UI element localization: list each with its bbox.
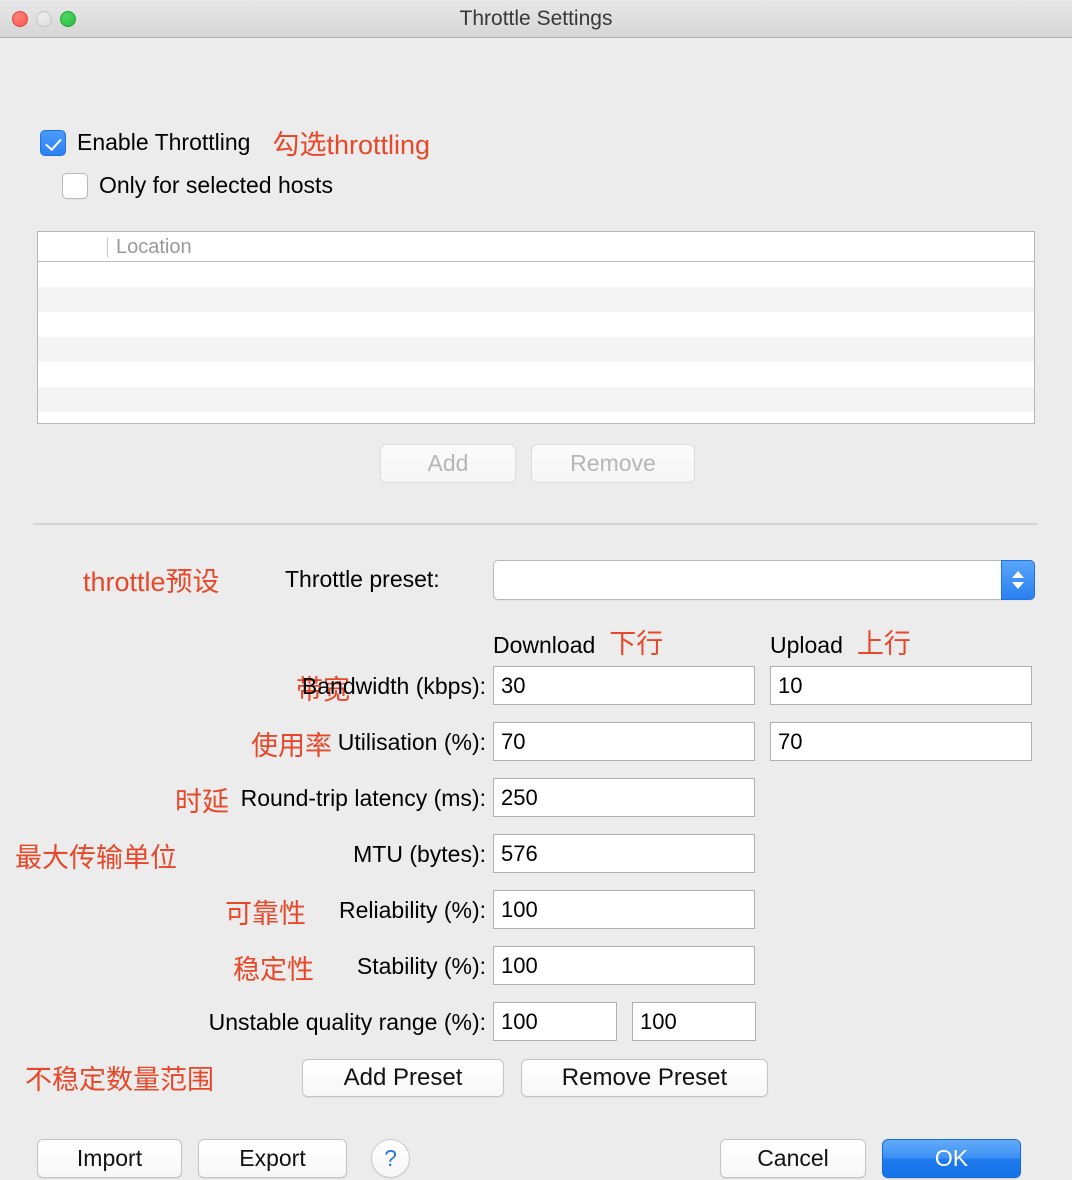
ok-button[interactable]: OK: [882, 1139, 1021, 1178]
only-selected-hosts-checkbox[interactable]: [62, 172, 88, 199]
stability-annotation: 稳定性: [233, 955, 314, 985]
enable-throttling-annotation: 勾选throttling: [272, 130, 431, 160]
help-icon[interactable]: ?: [371, 1139, 410, 1178]
stability-input[interactable]: 100: [493, 946, 755, 985]
enable-throttling-checkbox[interactable]: [40, 129, 66, 156]
column-separator[interactable]: [107, 237, 108, 257]
utilisation-upload-input[interactable]: 70: [770, 722, 1032, 761]
reliability-annotation: 可靠性: [225, 899, 306, 929]
throttle-preset-combobox[interactable]: [493, 560, 1035, 600]
chevron-down-icon: [1012, 582, 1024, 589]
unstable-quality-range-label: Unstable quality range (%):: [208, 1009, 486, 1035]
section-divider: [33, 523, 1038, 525]
add-preset-button[interactable]: Add Preset: [302, 1059, 504, 1097]
remove-preset-button[interactable]: Remove Preset: [521, 1059, 768, 1097]
mtu-input[interactable]: 576: [493, 834, 755, 873]
preset-annotation: throttle预设: [83, 567, 220, 597]
host-table-header: Location: [38, 232, 1034, 262]
bandwidth-upload-input[interactable]: 10: [770, 666, 1032, 705]
mtu-label: MTU (bytes):: [353, 841, 486, 867]
bandwidth-download-input[interactable]: 30: [493, 666, 755, 705]
only-selected-hosts-row: Only for selected hosts: [62, 172, 333, 199]
unstable-range-min-input[interactable]: 100: [493, 1002, 617, 1041]
latency-label: Round-trip latency (ms):: [240, 785, 486, 811]
window-titlebar: Throttle Settings: [0, 0, 1072, 38]
table-row[interactable]: [38, 337, 1034, 362]
utilisation-download-input[interactable]: 70: [493, 722, 755, 761]
column-header-location[interactable]: Location: [116, 236, 192, 259]
download-annotation: 下行: [609, 629, 664, 659]
cancel-button[interactable]: Cancel: [720, 1139, 866, 1178]
host-table[interactable]: Location: [37, 231, 1035, 424]
enable-throttling-label: Enable Throttling: [77, 129, 251, 155]
download-label: Download: [493, 632, 596, 658]
reliability-input[interactable]: 100: [493, 890, 755, 929]
mtu-annotation: 最大传输单位: [15, 843, 177, 873]
upload-column-header: Upload 上行: [770, 622, 911, 661]
add-host-button[interactable]: Add: [380, 444, 516, 483]
window-title: Throttle Settings: [459, 7, 613, 30]
download-column-header: Download 下行: [493, 622, 663, 661]
export-button[interactable]: Export: [198, 1139, 347, 1178]
import-button[interactable]: Import: [37, 1139, 182, 1178]
table-row[interactable]: [38, 387, 1034, 412]
table-row[interactable]: [38, 312, 1034, 337]
only-selected-hosts-label: Only for selected hosts: [99, 172, 333, 198]
enable-throttling-row: Enable Throttling 勾选throttling: [40, 123, 430, 162]
chevron-up-icon: [1012, 571, 1024, 578]
table-row[interactable]: [38, 362, 1034, 387]
upload-annotation: 上行: [856, 629, 911, 659]
remove-host-button[interactable]: Remove: [531, 444, 695, 483]
bandwidth-label: Bandwidth (kbps):: [301, 673, 486, 699]
throttle-preset-label: Throttle preset:: [285, 566, 440, 592]
unstable-range-max-input[interactable]: 100: [632, 1002, 756, 1041]
upload-label: Upload: [770, 632, 843, 658]
host-table-body: [38, 262, 1034, 412]
utilisation-annotation: 使用率: [251, 731, 332, 761]
table-row[interactable]: [38, 287, 1034, 312]
reliability-label: Reliability (%):: [339, 897, 486, 923]
utilisation-label: Utilisation (%):: [337, 729, 486, 755]
stepper-up-down-icon[interactable]: [1001, 560, 1035, 600]
latency-annotation: 时延: [175, 787, 229, 817]
dialog-content: Enable Throttling 勾选throttling Only for …: [0, 38, 1072, 1180]
table-row[interactable]: [38, 262, 1034, 287]
unstable-range-annotation: 不稳定数量范围: [25, 1065, 214, 1095]
latency-input[interactable]: 250: [493, 778, 755, 817]
stability-label: Stability (%):: [356, 953, 486, 979]
